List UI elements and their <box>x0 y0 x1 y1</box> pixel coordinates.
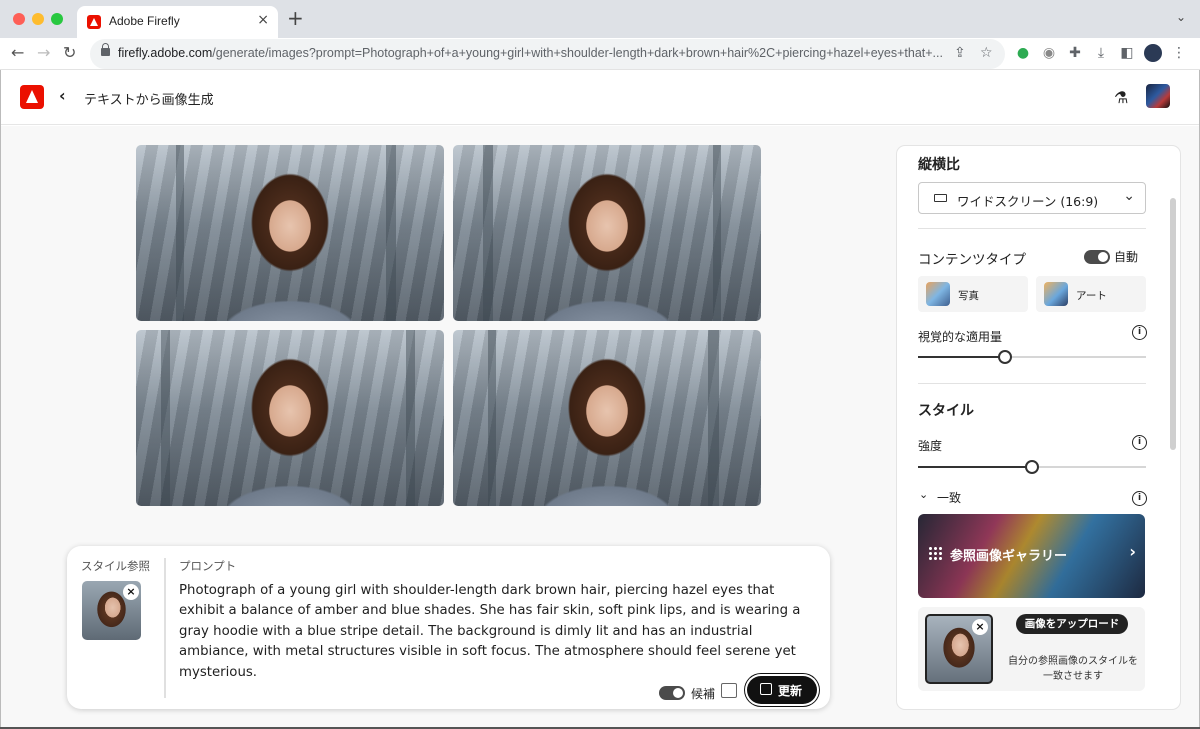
close-window-button[interactable] <box>13 13 25 25</box>
auto-toggle[interactable] <box>1084 250 1110 264</box>
tab-title: Adobe Firefly <box>109 14 180 28</box>
minimize-window-button[interactable] <box>32 13 44 25</box>
prompt-input[interactable]: Photograph of a young girl with shoulder… <box>179 581 821 683</box>
generated-image-1[interactable] <box>136 145 444 321</box>
aspect-ratio-heading: 縦横比 <box>918 157 960 173</box>
divider <box>918 383 1146 384</box>
auto-label: 自動 <box>1114 250 1139 264</box>
new-tab-button[interactable]: + <box>287 8 304 28</box>
strength-label: 強度 <box>918 439 943 453</box>
forward-arrow-icon[interactable]: → <box>37 43 50 63</box>
side-panel-icon[interactable]: ◧ <box>1118 44 1136 62</box>
candidates-toggle[interactable] <box>659 686 685 700</box>
puzzle-icon[interactable]: ✚ <box>1066 44 1084 62</box>
app-header: ‹ テキストから画像生成 ⚗ <box>0 71 1200 125</box>
remove-upload-close-icon[interactable]: × <box>972 619 988 635</box>
browser-toolbar: ← → ↻ firefly.adobe.com/generate/images?… <box>0 38 1200 70</box>
visual-intensity-slider[interactable] <box>918 350 1146 364</box>
strength-info-icon[interactable]: i <box>1132 435 1147 450</box>
reload-icon[interactable]: ↻ <box>63 43 76 63</box>
tab-list-chevron-icon[interactable]: ⌄ <box>1176 10 1186 24</box>
menu-dots-icon[interactable]: ⋮ <box>1170 44 1188 62</box>
url-text: firefly.adobe.com/generate/images?prompt… <box>118 46 943 60</box>
match-info-icon[interactable]: i <box>1132 491 1147 506</box>
widescreen-icon <box>934 194 947 202</box>
browser-tab[interactable]: Adobe Firefly × <box>77 6 278 38</box>
address-bar[interactable]: firefly.adobe.com/generate/images?prompt… <box>90 39 1005 69</box>
profile-avatar-icon[interactable] <box>1144 44 1162 62</box>
adobe-logo-icon[interactable] <box>20 85 44 109</box>
uploaded-reference-thumbnail[interactable]: × <box>925 614 993 684</box>
divider <box>918 228 1146 229</box>
style-heading: スタイル <box>918 403 974 419</box>
strength-fill <box>918 466 1032 468</box>
art-icon <box>1044 282 1068 306</box>
maximize-window-button[interactable] <box>51 13 63 25</box>
generated-image-4[interactable] <box>453 330 761 506</box>
share-icon[interactable]: ⇪ <box>954 45 966 61</box>
visual-intensity-label: 視覚的な適用量 <box>918 330 1003 344</box>
flask-icon[interactable]: ⚗ <box>1114 88 1128 107</box>
prompt-label: プロンプト <box>179 559 237 573</box>
visual-intensity-knob[interactable] <box>998 350 1012 364</box>
lock-icon <box>101 43 110 56</box>
candidates-icon[interactable] <box>721 683 737 698</box>
upload-reference-area[interactable]: × 画像をアップロード 自分の参照画像のスタイルを一致させます <box>918 607 1145 691</box>
photo-icon <box>926 282 950 306</box>
reference-gallery-button[interactable]: 参照画像ギャラリー › <box>918 514 1145 598</box>
generated-image-2[interactable] <box>453 145 761 321</box>
page-title: テキストから画像生成 <box>84 93 214 108</box>
aspect-ratio-dropdown[interactable]: ワイドスクリーン (16:9) ⌄ <box>918 182 1146 214</box>
main-area: スタイル参照 × プロンプト Photograph of a young gir… <box>0 126 1200 729</box>
prompt-card: スタイル参照 × プロンプト Photograph of a young gir… <box>67 546 830 709</box>
extension-icon[interactable]: ◉ <box>1040 44 1058 62</box>
card-divider <box>164 558 166 698</box>
evernote-extension-icon[interactable]: ● <box>1014 44 1032 62</box>
update-button[interactable]: 更新 <box>747 676 817 704</box>
content-type-photo-button[interactable]: 写真 <box>918 276 1028 312</box>
style-reference-thumbnail[interactable]: × <box>82 581 141 640</box>
photo-label: 写真 <box>958 290 979 302</box>
art-label: アート <box>1076 290 1107 302</box>
visual-intensity-info-icon[interactable]: i <box>1132 325 1147 340</box>
refresh-icon <box>760 683 772 695</box>
strength-knob[interactable] <box>1025 460 1039 474</box>
avatar[interactable] <box>1146 84 1170 108</box>
chevron-down-icon: ⌄ <box>1123 188 1135 204</box>
content-type-heading: コンテンツタイプ <box>918 252 1026 268</box>
strength-slider[interactable] <box>918 460 1146 474</box>
window-frame <box>0 70 1 729</box>
back-chevron-icon[interactable]: ‹ <box>59 86 66 105</box>
adobe-favicon-icon <box>87 15 101 29</box>
upload-description: 自分の参照画像のスタイルを一致させます <box>1008 656 1138 682</box>
download-icon[interactable]: ⤓ <box>1092 44 1110 62</box>
aspect-ratio-value: ワイドスクリーン (16:9) <box>957 194 1099 209</box>
generated-image-3[interactable] <box>136 330 444 506</box>
reference-gallery-label: 参照画像ギャラリー <box>950 549 1068 564</box>
remove-reference-close-icon[interactable]: × <box>123 584 139 600</box>
panel-scrollbar[interactable] <box>1170 198 1176 450</box>
settings-panel: 縦横比 ワイドスクリーン (16:9) ⌄ コンテンツタイプ 自動 写真 アート… <box>897 146 1180 709</box>
content-type-art-button[interactable]: アート <box>1036 276 1146 312</box>
chevron-right-icon: › <box>1129 542 1136 561</box>
bookmark-star-icon[interactable]: ☆ <box>980 45 993 61</box>
visual-intensity-fill <box>918 356 1005 358</box>
tab-close-icon[interactable]: × <box>257 12 269 28</box>
browser-tab-strip: Adobe Firefly × + ⌄ <box>0 0 1200 38</box>
match-label: 一致 <box>937 491 962 505</box>
update-button-label: 更新 <box>778 684 803 698</box>
grid-icon <box>928 546 942 560</box>
style-reference-label: スタイル参照 <box>81 559 150 573</box>
upload-image-button[interactable]: 画像をアップロード <box>1016 614 1128 634</box>
back-arrow-icon[interactable]: ← <box>11 43 24 63</box>
match-collapse-chevron-icon[interactable]: ⌄ <box>919 488 928 501</box>
candidates-label: 候補 <box>691 687 716 701</box>
